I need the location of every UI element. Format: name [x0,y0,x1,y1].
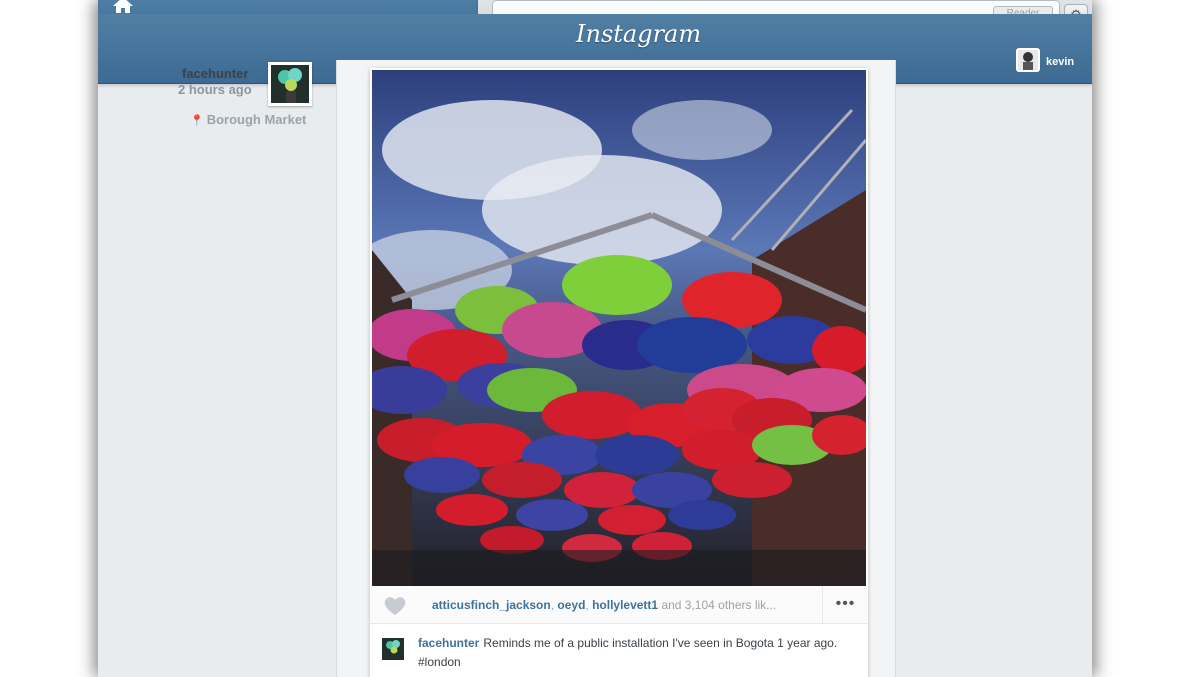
caption-comment: facehunter Reminds me of a public install… [382,634,852,672]
post-photo[interactable] [372,70,866,586]
post-author-name[interactable]: facehunter [182,66,248,81]
liker-link[interactable]: atticusfinch_jackson [432,598,551,612]
instagram-logo[interactable]: Instagram [576,20,701,48]
app-window: ↻ Reader ⚙ ⤢ Instagram kevin facehunter … [98,0,1092,677]
user-name[interactable]: kevin [1046,56,1074,68]
liker-link[interactable]: hollylevett1 [592,598,658,612]
location-label: Borough Market [206,112,307,127]
comment-avatar[interactable] [382,638,404,660]
likes-bar: atticusfinch_jackson, oeyd, hollylevett1… [370,586,868,624]
likes-count[interactable]: and 3,104 others lik... [658,598,776,612]
home-icon[interactable] [112,0,134,14]
comment-username[interactable]: facehunter [418,636,479,650]
liker-link[interactable]: oeyd [557,598,585,612]
post-card: atticusfinch_jackson, oeyd, hollylevett1… [370,68,868,677]
comment-body: Reminds me of a public installation I've… [418,636,838,669]
likers-text: atticusfinch_jackson, oeyd, hollylevett1… [432,598,812,612]
post-location[interactable]: 📍 Borough Market [190,112,306,127]
post-timestamp: 2 hours ago [178,82,252,97]
user-avatar[interactable] [1016,48,1040,72]
heart-icon[interactable] [382,596,408,616]
author-avatar[interactable] [268,62,312,106]
location-pin-icon: 📍 [190,115,204,127]
more-icon[interactable]: ••• [822,586,868,624]
